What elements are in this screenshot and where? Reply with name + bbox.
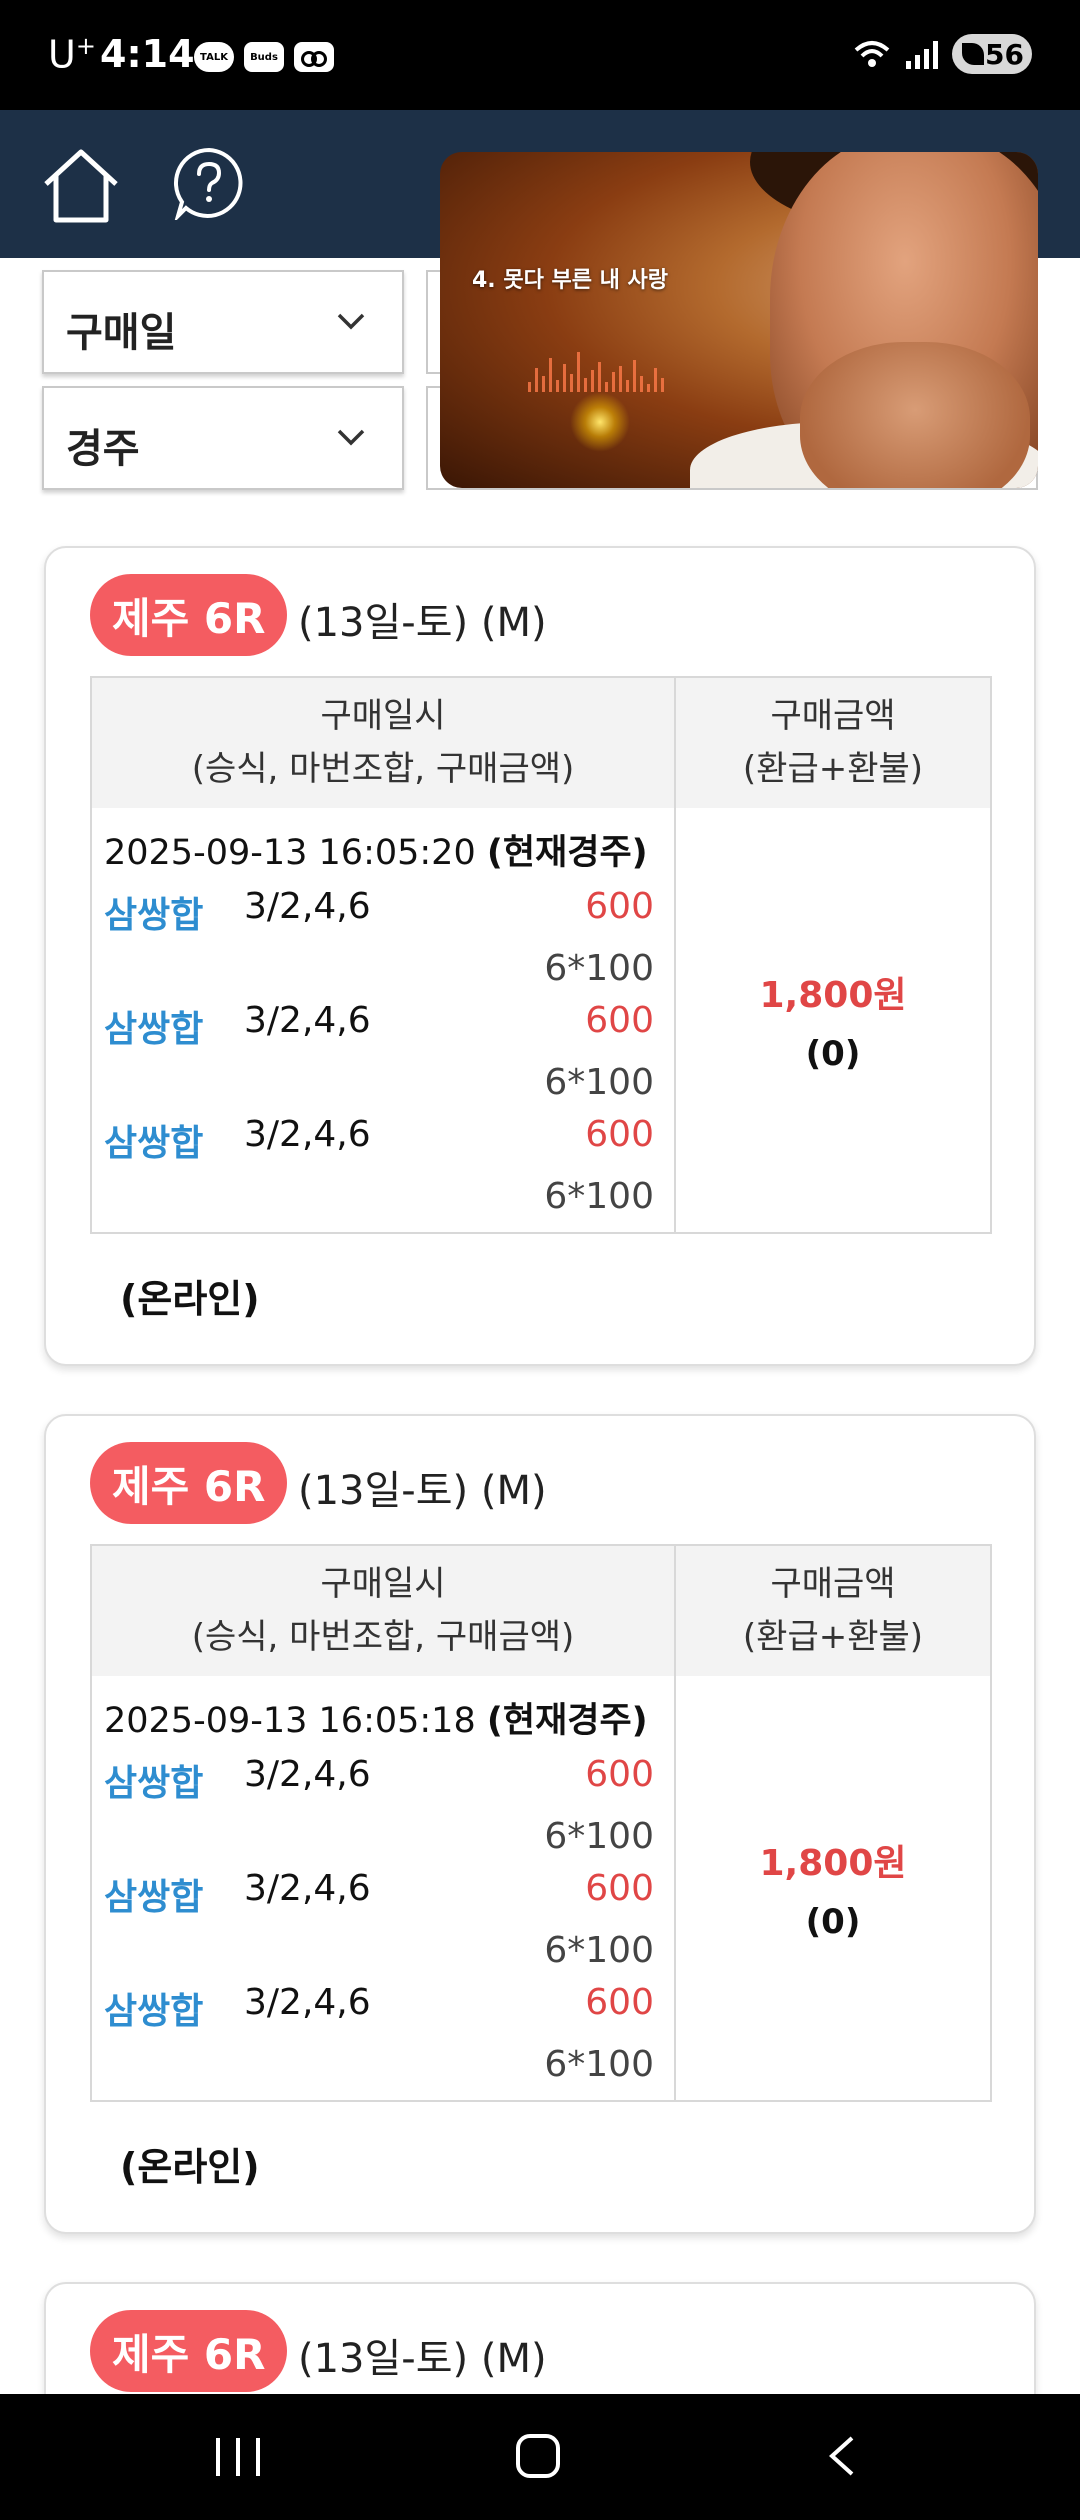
date-filter-label: 구매일 [66,310,177,356]
bet-type: 삼쌍합 [104,1991,204,2032]
status-bar: U+ 4:14 TALK Buds 56 [0,0,1080,110]
bet-type: 삼쌍합 [104,895,204,936]
race-filter-label: 경주 [66,426,140,472]
video-overlay[interactable]: 4. 못다 부른 내 사랑 [440,152,1038,488]
bet-amount: 600 [585,1868,654,1909]
total-amount: 1,800원 [759,975,907,1016]
bet-calc: 6*100 [544,1176,654,1217]
table-row: 2025-09-13 16:05:20 (현재경주) 삼쌍합 3/2,4,6 6… [92,808,990,1232]
race-badge: 제주 6R [90,574,288,656]
audio-waveform [528,342,664,392]
race-badge: 제주 6R [90,1442,288,1524]
track-title: 4. 못다 부른 내 사랑 [472,268,668,293]
help-icon[interactable] [172,146,246,220]
header-amount: 구매금액 [770,696,896,737]
battery-level: 56 [985,37,1024,71]
current-race-label: (현재경주) [486,833,648,873]
header-purchase-time: 구매일시 [320,696,446,737]
bet-line: 삼쌍합 3/2,4,6 600 6*100 [104,886,664,1000]
bet-calc: 6*100 [544,1816,654,1857]
bet-amount: 600 [585,1982,654,2023]
battery-icon: 56 [952,34,1032,74]
race-filter-select[interactable]: 경주 [42,386,404,490]
home-circle-icon[interactable] [516,2434,560,2478]
bet-type: 삼쌍합 [104,1763,204,1804]
header-amount: 구매금액 [770,1564,896,1605]
total-amount: 1,800원 [759,1843,907,1884]
signal-icon [906,39,938,69]
bet-type: 삼쌍합 [104,1877,204,1918]
system-nav-bar [0,2394,1080,2520]
clock: 4:14 [100,32,195,76]
header-refund: (환급+환불) [742,1617,924,1657]
purchase-timestamp: 2025-09-13 16:05:20 (현재경주) [104,833,648,873]
bet-record-card: 제주 6R (13일-토) (M) 구매일시 (승식, 마번조합, 구매금액) … [44,1414,1036,2234]
bet-calc: 6*100 [544,948,654,989]
bet-numbers: 3/2,4,6 [244,1868,371,1909]
bet-type: 삼쌍합 [104,1009,204,1050]
bet-calc: 6*100 [544,2044,654,2085]
bet-line: 삼쌍합 3/2,4,6 600 6*100 [104,1982,664,2096]
bet-type: 삼쌍합 [104,1123,204,1164]
channel-label: (온라인) [120,2145,260,2189]
table-row: 2025-09-13 16:05:18 (현재경주) 삼쌍합 3/2,4,6 6… [92,1676,990,2100]
kakaotalk-icon: TALK [194,42,234,72]
bet-numbers: 3/2,4,6 [244,1982,371,2023]
home-icon[interactable] [40,144,122,226]
recent-apps-icon[interactable] [216,2438,260,2476]
table-header: 구매일시 (승식, 마번조합, 구매금액) 구매금액 (환급+환불) [92,1546,990,1676]
wifi-icon [854,41,890,67]
race-info: (13일-토) (M) [298,600,547,646]
bet-calc: 6*100 [544,1062,654,1103]
current-race-label: (현재경주) [486,1701,648,1741]
voicemail-icon [294,42,334,72]
bet-table: 구매일시 (승식, 마번조합, 구매금액) 구매금액 (환급+환불) 2025-… [90,1544,992,2102]
chevron-down-icon [337,313,365,330]
back-icon[interactable] [822,2434,862,2478]
bet-calc: 6*100 [544,1930,654,1971]
bet-numbers: 3/2,4,6 [244,1000,371,1041]
purchase-timestamp: 2025-09-13 16:05:18 (현재경주) [104,1701,648,1741]
table-header: 구매일시 (승식, 마번조합, 구매금액) 구매금액 (환급+환불) [92,678,990,808]
chevron-down-icon [337,429,365,446]
header-purchase-detail: (승식, 마번조합, 구매금액) [191,749,575,789]
bet-amount: 600 [585,1754,654,1795]
race-info: (13일-토) (M) [298,1468,547,1514]
bet-amount: 600 [585,1114,654,1155]
header-purchase-time: 구매일시 [320,1564,446,1605]
channel-label: (온라인) [120,1277,260,1321]
race-badge: 제주 6R [90,2310,288,2392]
bet-line: 삼쌍합 3/2,4,6 600 6*100 [104,1114,664,1228]
refund-amount: (0) [805,1902,861,1942]
date-filter-select[interactable]: 구매일 [42,270,404,374]
bet-line: 삼쌍합 3/2,4,6 600 6*100 [104,1000,664,1114]
bet-line: 삼쌍합 3/2,4,6 600 6*100 [104,1868,664,1982]
bet-numbers: 3/2,4,6 [244,1114,371,1155]
bet-amount: 600 [585,886,654,927]
bet-line: 삼쌍합 3/2,4,6 600 6*100 [104,1754,664,1868]
header-purchase-detail: (승식, 마번조합, 구매금액) [191,1617,575,1657]
bet-record-card: 제주 6R (13일-토) (M) 구매일시 (승식, 마번조합, 구매금액) … [44,546,1036,1366]
bet-numbers: 3/2,4,6 [244,1754,371,1795]
bet-table: 구매일시 (승식, 마번조합, 구매금액) 구매금액 (환급+환불) 2025-… [90,676,992,1234]
buds-icon: Buds [244,42,284,72]
bet-amount: 600 [585,1000,654,1041]
bet-numbers: 3/2,4,6 [244,886,371,927]
refund-amount: (0) [805,1034,861,1074]
race-info: (13일-토) (M) [298,2336,547,2382]
header-refund: (환급+환불) [742,749,924,789]
carrier-label: U+ [48,32,96,77]
